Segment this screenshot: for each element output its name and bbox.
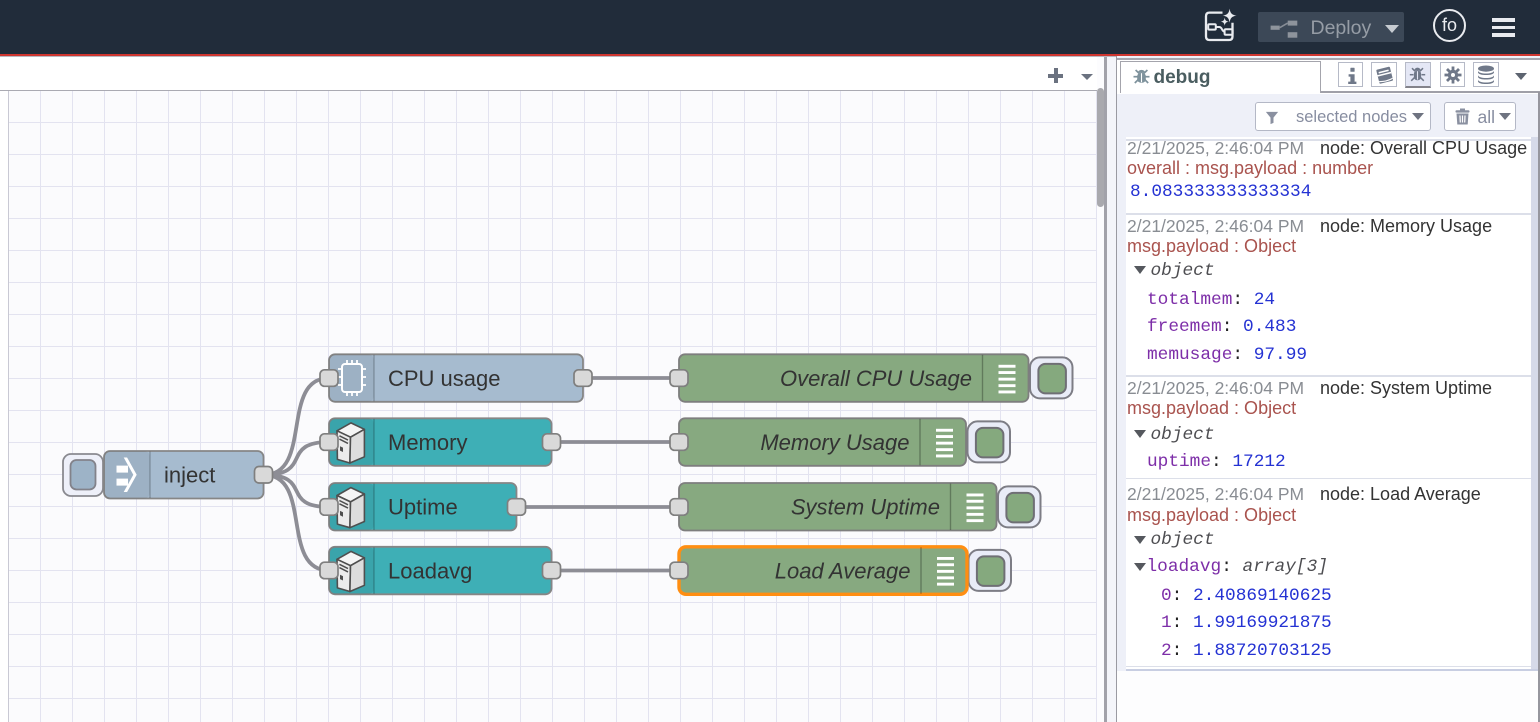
svg-text:Memory: Memory — [388, 430, 467, 455]
svg-text:CPU usage: CPU usage — [388, 366, 501, 391]
svg-text:Load Average: Load Average — [775, 559, 911, 584]
svg-text:System Uptime: System Uptime — [791, 495, 940, 520]
svg-text:Loadavg: Loadavg — [388, 559, 472, 584]
svg-text:inject: inject — [164, 463, 215, 488]
svg-text:Uptime: Uptime — [388, 495, 458, 520]
svg-text:Memory Usage: Memory Usage — [760, 430, 909, 455]
svg-text:Overall CPU Usage: Overall CPU Usage — [780, 366, 972, 391]
